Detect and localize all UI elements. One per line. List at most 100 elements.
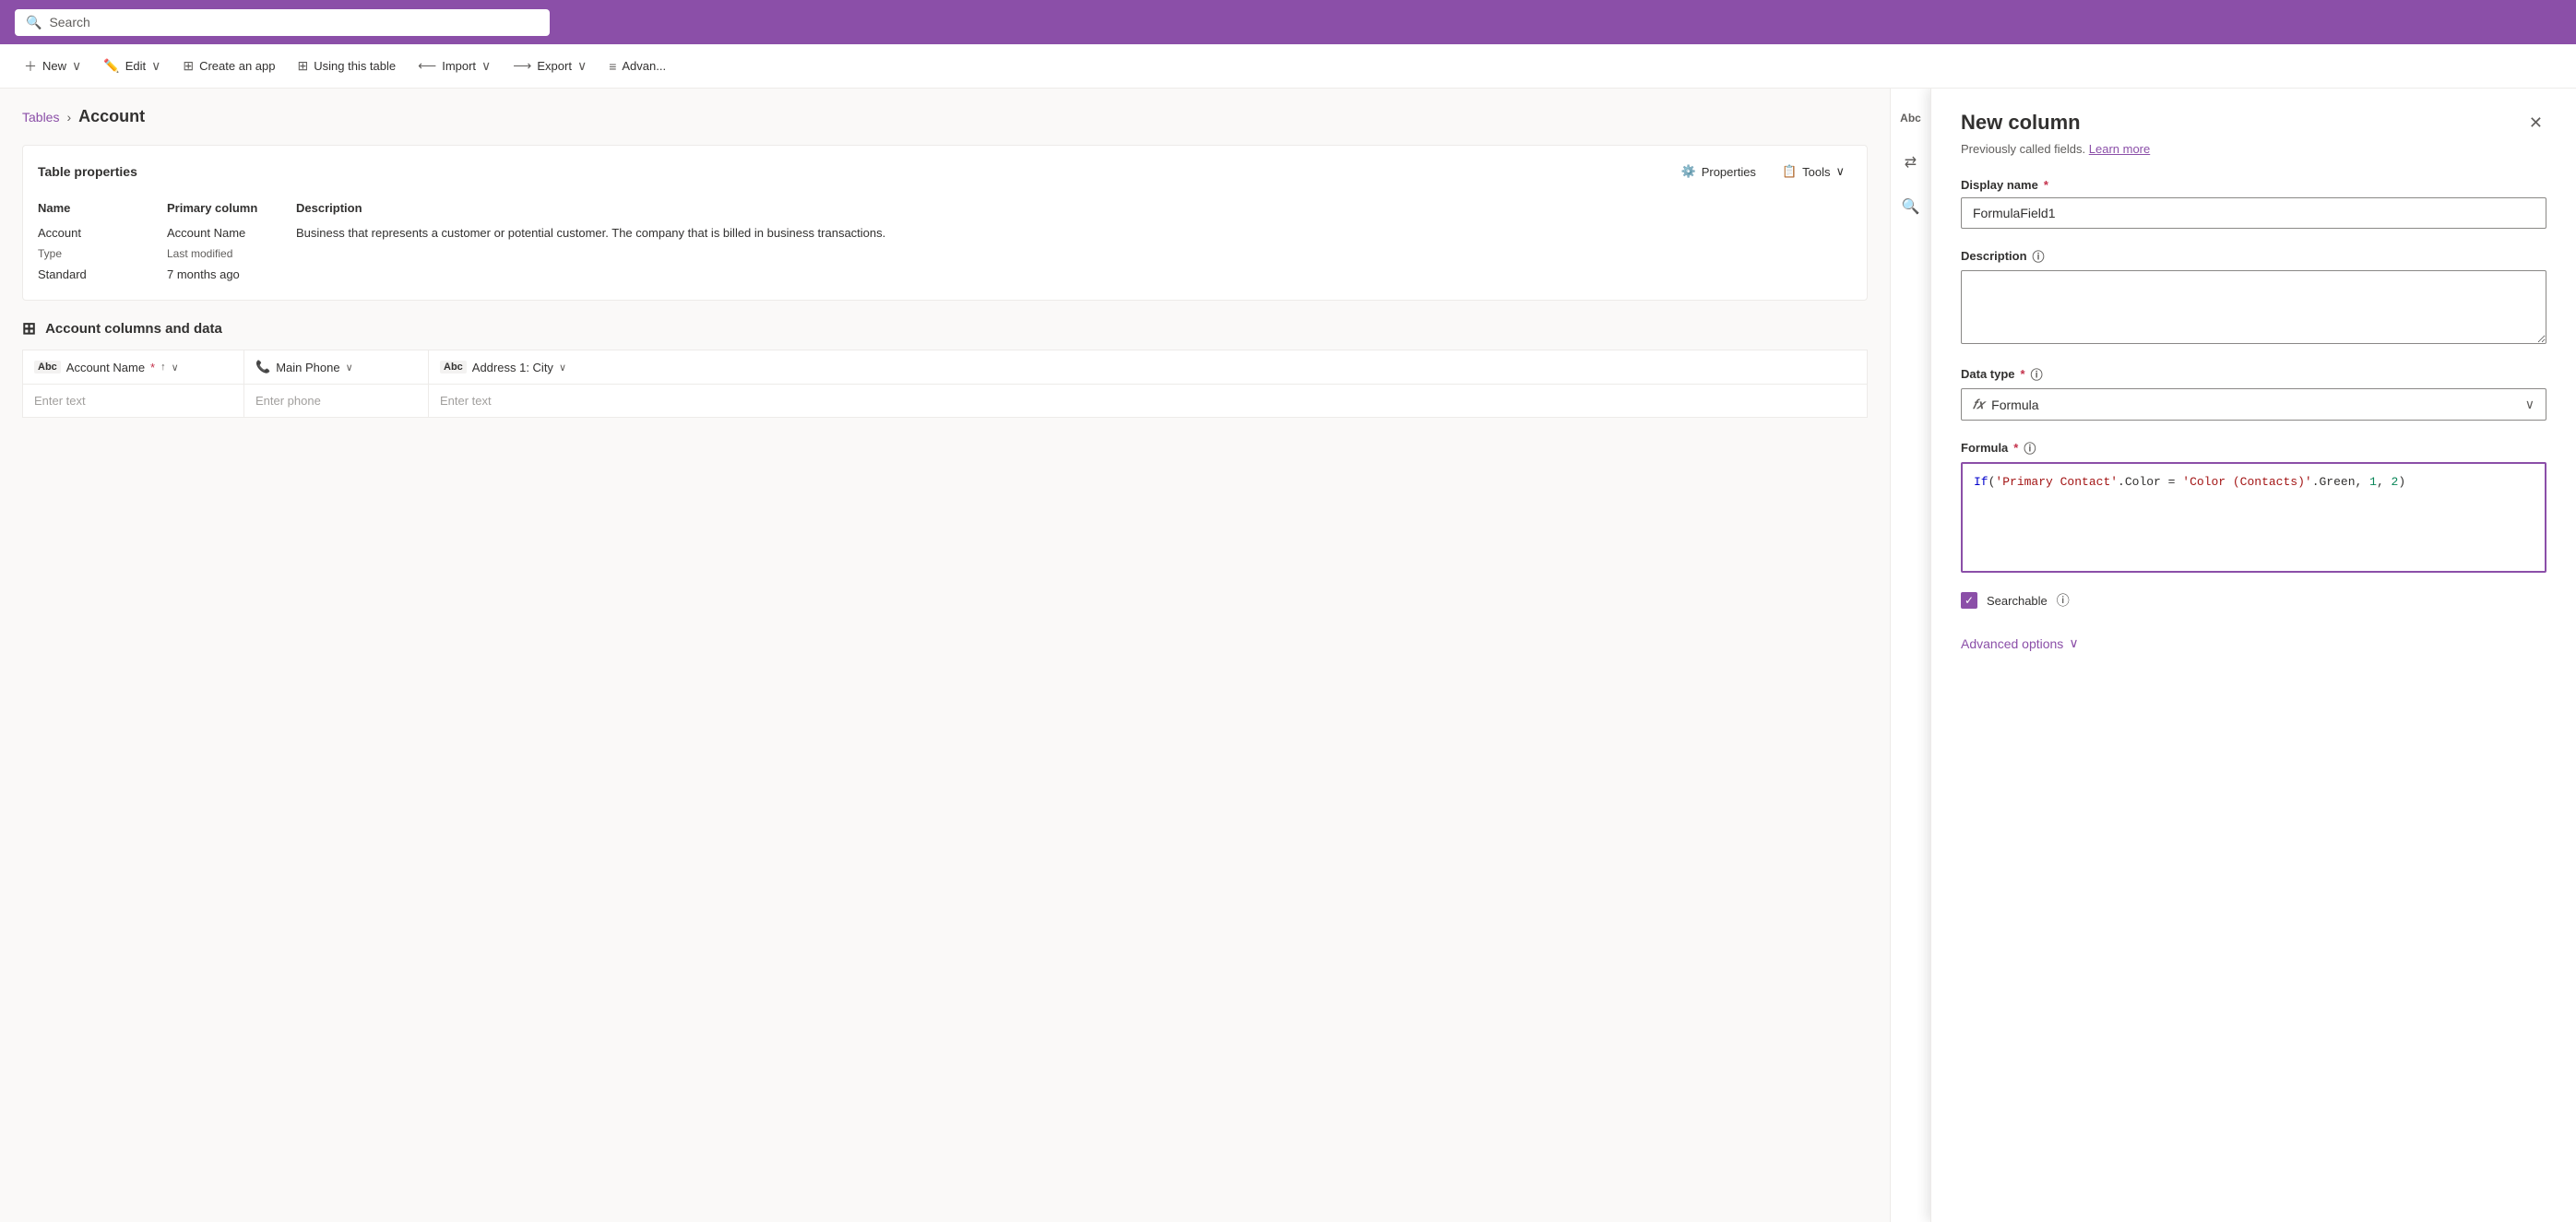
search-container[interactable]: 🔍 Search — [15, 9, 550, 36]
toolbar: ＋ New ∨ ✏️ Edit ∨ ⊞ Create an app ⊞ Usin… — [0, 44, 2576, 89]
table-row: Enter text Enter phone Enter text — [23, 385, 1868, 418]
col-address-city[interactable]: Abc Address 1: City ∨ — [429, 350, 1868, 385]
table-row: Account Account Name Business that repre… — [38, 222, 1852, 243]
sidebar-share-icon[interactable]: ⇄ — [1896, 148, 1926, 177]
import-chevron-icon: ∨ — [481, 58, 491, 74]
col-account-name-label: Account Name — [66, 361, 145, 374]
required-indicator: * — [150, 361, 155, 374]
advanced-icon: ≡ — [609, 59, 616, 74]
top-bar: 🔍 Search — [0, 0, 2576, 44]
export-chevron-icon: ∨ — [577, 58, 587, 74]
account-columns-section: ⊞ Account columns and data Abc Account N… — [22, 319, 1868, 418]
table-icon: ⊞ — [298, 58, 309, 74]
data-table: Abc Account Name * ↑ ∨ 📞 Main Phone — [22, 350, 1868, 418]
description-info-icon[interactable]: ⓘ — [2033, 247, 2045, 265]
advanced-options-button[interactable]: Advanced options ∨ — [1961, 628, 2546, 658]
close-button[interactable]: ✕ — [2525, 111, 2546, 135]
description-input[interactable] — [1961, 270, 2546, 344]
abc-badge-2: Abc — [440, 361, 467, 374]
sidebar-search-icon[interactable]: 🔍 — [1896, 192, 1926, 221]
section-header: ⊞ Account columns and data — [22, 319, 1868, 338]
abc-badge-1: Abc — [34, 361, 61, 374]
table-row: Standard 7 months ago — [38, 264, 1852, 285]
col-address-label: Address 1: City — [472, 361, 553, 374]
searchable-checkbox[interactable]: ✓ — [1961, 592, 1977, 609]
description-label: Description ⓘ — [1961, 247, 2546, 265]
cell-enter-phone[interactable]: Enter phone — [244, 385, 429, 418]
icon-sidebar: Abc ⇄ 🔍 — [1890, 89, 1930, 1222]
new-button[interactable]: ＋ New ∨ — [15, 52, 90, 81]
data-type-value: Formula — [1991, 397, 2038, 412]
properties-table: Name Primary column Description Account … — [38, 197, 1852, 285]
panel-subtitle: Previously called fields. Learn more — [1961, 142, 2546, 156]
data-type-label: Data type * ⓘ — [1961, 365, 2546, 383]
phone-icon: 📞 — [255, 360, 270, 374]
card-title: Table properties — [38, 164, 137, 179]
sort-icon[interactable]: ↑ — [160, 362, 166, 373]
advanced-button[interactable]: ≡ Advan... — [599, 53, 675, 79]
formula-group: Formula * ⓘ If('Primary Contact'.Color =… — [1961, 439, 2546, 573]
table-row: Type Last modified — [38, 243, 1852, 264]
col-main-phone[interactable]: 📞 Main Phone ∨ — [244, 350, 429, 385]
cell-enter-text-2[interactable]: Enter text — [429, 385, 1868, 418]
table-header-row: Abc Account Name * ↑ ∨ 📞 Main Phone — [23, 350, 1868, 385]
export-button[interactable]: ⟶ Export ∨ — [504, 53, 596, 79]
card-actions: ⚙️ Properties 📋 Tools ∨ — [1674, 160, 1853, 183]
main-content: Tables › Account Table properties ⚙️ Pro… — [0, 89, 2576, 1222]
data-type-required: * — [2021, 367, 2025, 381]
col-header-primary: Primary column — [167, 197, 296, 222]
row1-primary: Account Name — [167, 222, 296, 243]
data-type-select[interactable]: 𝑓𝑥 Formula ∨ — [1961, 388, 2546, 421]
sidebar-abc-icon[interactable]: Abc — [1896, 103, 1926, 133]
display-name-group: Display name * — [1961, 178, 2546, 229]
col1-chevron-icon[interactable]: ∨ — [172, 362, 179, 374]
using-table-button[interactable]: ⊞ Using this table — [289, 53, 406, 79]
row2-lastmodified-label: Last modified — [167, 243, 296, 264]
new-column-panel: New column ✕ Previously called fields. L… — [1930, 89, 2576, 1222]
section-title: Account columns and data — [45, 321, 222, 337]
cell-enter-text-1[interactable]: Enter text — [23, 385, 244, 418]
data-type-group: Data type * ⓘ 𝑓𝑥 Formula ∨ — [1961, 365, 2546, 421]
data-type-info-icon[interactable]: ⓘ — [2031, 365, 2043, 383]
formula-required: * — [2013, 441, 2018, 455]
breadcrumb-parent[interactable]: Tables — [22, 110, 59, 125]
row2-type-label: Type — [38, 243, 167, 264]
row3-months: 7 months ago — [167, 264, 296, 285]
row1-name: Account — [38, 222, 167, 243]
left-panel: Tables › Account Table properties ⚙️ Pro… — [0, 89, 1890, 1222]
search-icon: 🔍 — [26, 15, 42, 30]
col-main-phone-label: Main Phone — [276, 361, 339, 374]
col3-chevron-icon[interactable]: ∨ — [559, 362, 566, 374]
col2-chevron-icon[interactable]: ∨ — [346, 362, 353, 374]
advanced-options-chevron-icon: ∨ — [2069, 635, 2078, 651]
row3-standard: Standard — [38, 264, 167, 285]
searchable-info-icon[interactable]: ⓘ — [2057, 591, 2070, 610]
display-name-input[interactable] — [1961, 197, 2546, 229]
formula-info-icon[interactable]: ⓘ — [2024, 439, 2036, 457]
tools-button[interactable]: 📋 Tools ∨ — [1775, 160, 1852, 183]
col-header-name: Name — [38, 197, 167, 222]
searchable-row: ✓ Searchable ⓘ — [1961, 591, 2546, 610]
import-icon: ⟵ — [418, 58, 436, 74]
learn-more-link[interactable]: Learn more — [2089, 142, 2150, 156]
create-app-button[interactable]: ⊞ Create an app — [173, 53, 284, 79]
breadcrumb: Tables › Account — [22, 107, 1868, 126]
formula-fx-icon: 𝑓𝑥 — [1973, 397, 1984, 412]
formula-text: If('Primary Contact'.Color = 'Color (Con… — [1974, 475, 2405, 489]
panel-title: New column — [1961, 111, 2081, 135]
card-header: Table properties ⚙️ Properties 📋 Tools ∨ — [38, 160, 1852, 183]
col-account-name[interactable]: Abc Account Name * ↑ ∨ — [23, 350, 244, 385]
new-chevron-icon: ∨ — [72, 58, 81, 74]
properties-button[interactable]: ⚙️ Properties — [1674, 160, 1763, 183]
import-button[interactable]: ⟵ Import ∨ — [409, 53, 500, 79]
table-properties-card: Table properties ⚙️ Properties 📋 Tools ∨ — [22, 145, 1868, 301]
advanced-options-label: Advanced options — [1961, 636, 2063, 651]
tools-chevron-icon: ∨ — [1835, 164, 1845, 179]
breadcrumb-separator: › — [66, 110, 71, 125]
edit-chevron-icon: ∨ — [151, 58, 160, 74]
plus-icon: ＋ — [24, 57, 37, 76]
check-icon: ✓ — [1965, 594, 1974, 607]
data-type-chevron-icon: ∨ — [2525, 397, 2534, 412]
formula-editor[interactable]: If('Primary Contact'.Color = 'Color (Con… — [1961, 462, 2546, 573]
edit-button[interactable]: ✏️ Edit ∨ — [94, 53, 170, 79]
